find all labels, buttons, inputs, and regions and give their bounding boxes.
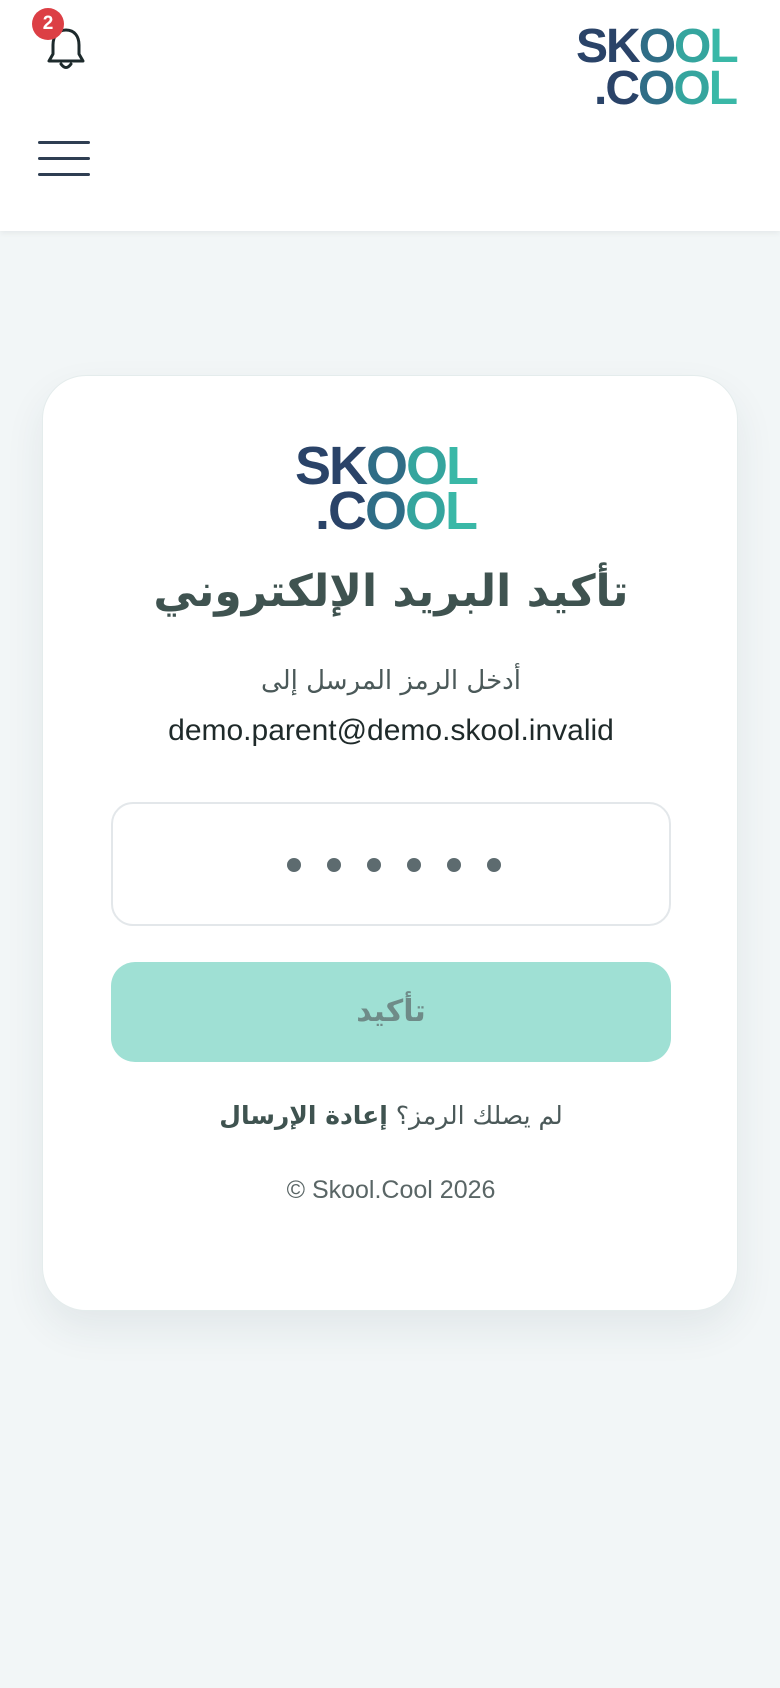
copyright-text: © Skool.Cool 2026 bbox=[286, 1176, 496, 1204]
instruction-text: أدخل الرمز المرسل إلى bbox=[261, 666, 521, 696]
code-dot bbox=[447, 858, 461, 872]
code-dot bbox=[287, 858, 301, 872]
hamburger-icon bbox=[38, 141, 90, 144]
resend-link[interactable]: إعادة الإرسال bbox=[219, 1101, 388, 1130]
code-dot bbox=[327, 858, 341, 872]
hamburger-menu-button[interactable] bbox=[38, 141, 90, 177]
code-dot bbox=[367, 858, 381, 872]
notification-count-badge: 2 bbox=[32, 8, 64, 40]
header-logo[interactable]: SKOOL .COOL bbox=[576, 23, 756, 113]
resend-row: لم يصلك الرمز؟ إعادة الإرسال bbox=[43, 1101, 739, 1130]
verification-code-input[interactable] bbox=[111, 802, 671, 926]
code-dot bbox=[407, 858, 421, 872]
target-email: demo.parent@demo.skool.invalid bbox=[168, 714, 614, 747]
notifications-button[interactable]: 2 bbox=[32, 8, 90, 72]
code-dot bbox=[487, 858, 501, 872]
card-logo: SKOOL .COOL bbox=[295, 436, 479, 541]
confirm-button[interactable]: تأكيد bbox=[111, 962, 671, 1062]
top-header: 2 SKOOL .COOL bbox=[0, 0, 780, 231]
resend-prompt: لم يصلك الرمز؟ bbox=[395, 1101, 563, 1130]
page-title: تأكيد البريد الإلكتروني bbox=[153, 566, 629, 617]
code-placeholder-dots bbox=[113, 804, 669, 924]
email-verification-card: SKOOL .COOL تأكيد البريد الإلكتروني أدخل… bbox=[42, 375, 738, 1311]
